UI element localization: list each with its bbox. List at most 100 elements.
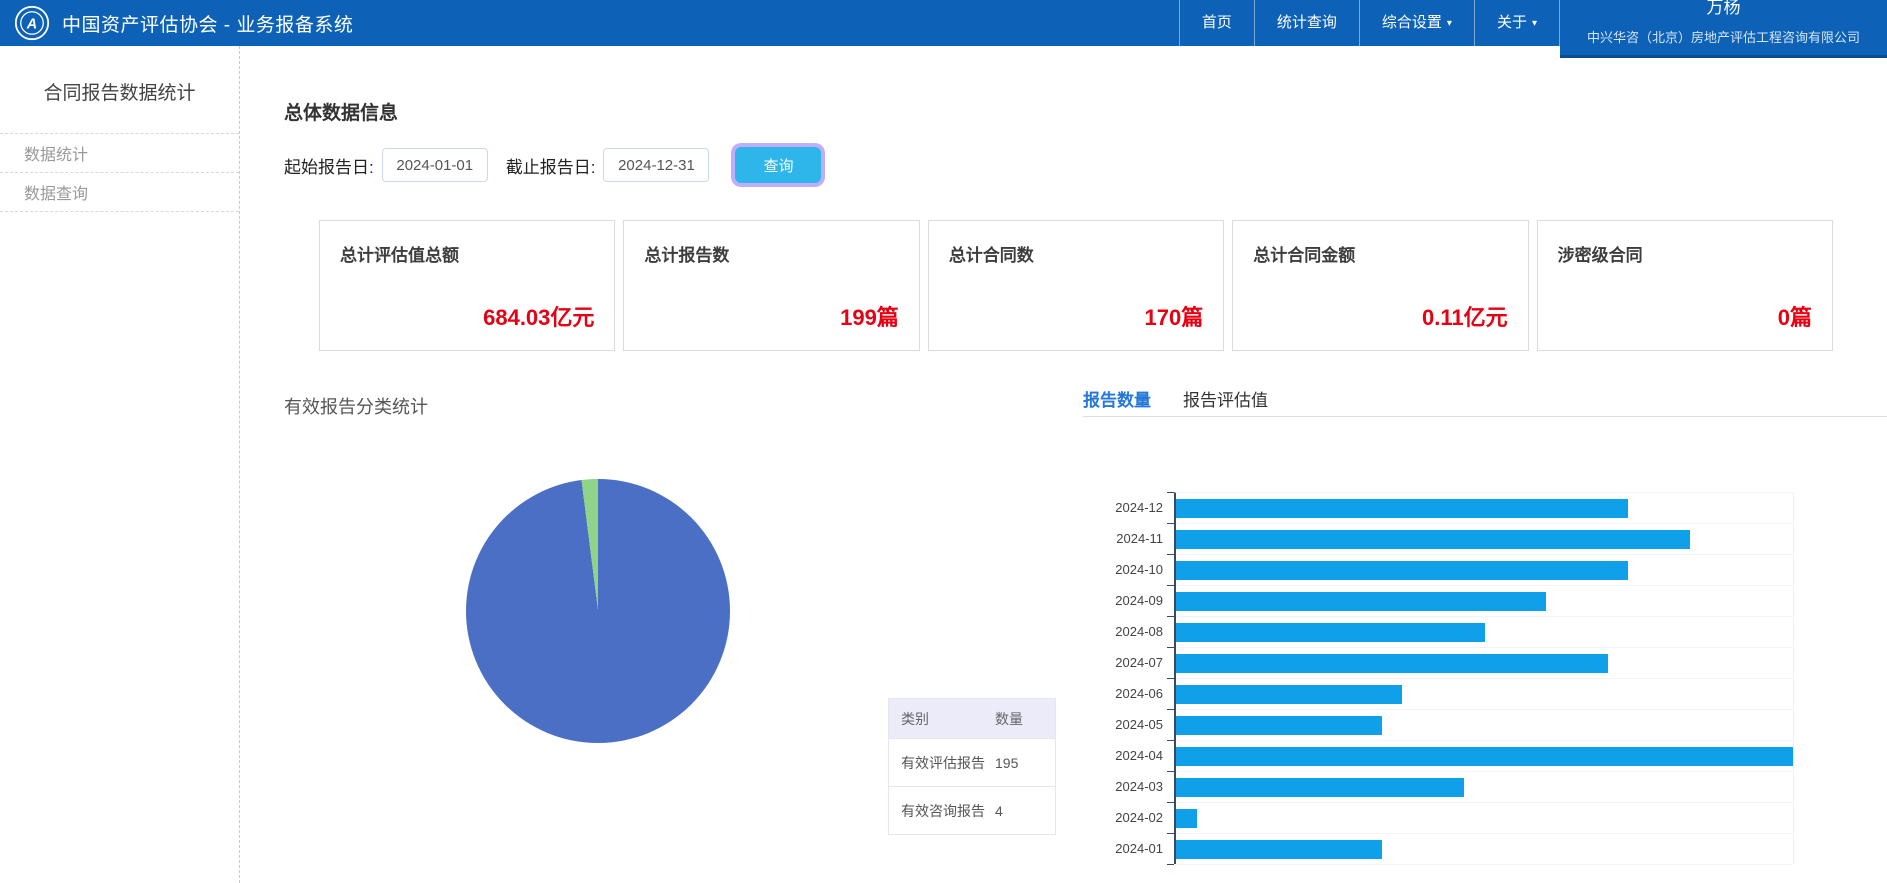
stat-label: 总计合同数 — [949, 241, 1034, 266]
bar-row — [1176, 493, 1793, 524]
column-header-category: 类别 — [901, 709, 995, 729]
user-name: 万杨 — [1560, 0, 1887, 18]
sidebar-item-data-query[interactable]: 数据查询 — [0, 173, 239, 212]
table-row: 有效咨询报告 4 — [889, 786, 1055, 834]
tab-report-count[interactable]: 报告数量 — [1083, 386, 1151, 411]
bar — [1176, 530, 1690, 549]
bar — [1176, 716, 1382, 735]
bar-category-label: 2024-10 — [1083, 554, 1163, 585]
axis-tick — [1167, 523, 1174, 524]
brand: A 中国资产评估协会 - 业务报备系统 — [14, 0, 353, 46]
nav-item-home[interactable]: 首页 — [1179, 0, 1254, 46]
bar-category-label: 2024-08 — [1083, 616, 1163, 647]
bar-category-label: 2024-02 — [1083, 802, 1163, 833]
chart-tabs: 报告数量 报告评估值 — [1083, 386, 1268, 411]
category-name: 有效咨询报告 — [901, 801, 995, 821]
nav-item-statistics-query[interactable]: 统计查询 — [1254, 0, 1359, 46]
bar-row — [1176, 772, 1793, 803]
bar — [1176, 747, 1793, 766]
nav-item-settings[interactable]: 综合设置▾ — [1359, 0, 1474, 46]
stat-card-total-appraisal-value: 总计评估值总额 684.03亿元 — [319, 220, 615, 351]
bar-row — [1176, 710, 1793, 741]
sidebar-item-data-statistics[interactable]: 数据统计 — [0, 133, 239, 173]
axis-tick — [1167, 616, 1174, 617]
filter-bar: 起始报告日: 截止报告日: 查询 — [284, 147, 821, 183]
bar — [1176, 654, 1608, 673]
column-header-count: 数量 — [995, 709, 1043, 729]
bar-row — [1176, 803, 1793, 834]
app-title: 中国资产评估协会 - 业务报备系统 — [62, 10, 353, 37]
bar — [1176, 623, 1485, 642]
axis-tick — [1167, 554, 1174, 555]
page-title: 总体数据信息 — [284, 98, 398, 125]
category-name: 有效评估报告 — [901, 753, 995, 773]
chevron-down-icon: ▾ — [1447, 18, 1452, 29]
bar-row — [1176, 524, 1793, 555]
bar-category-label: 2024-04 — [1083, 740, 1163, 771]
bar-category-label: 2024-05 — [1083, 709, 1163, 740]
bar — [1176, 685, 1402, 704]
bar-row — [1176, 617, 1793, 648]
bar-category-label: 2024-06 — [1083, 678, 1163, 709]
pie-section-title: 有效报告分类统计 — [284, 393, 428, 419]
bar-category-label: 2024-03 — [1083, 771, 1163, 802]
bar — [1176, 809, 1197, 828]
tabs-divider — [1083, 416, 1887, 417]
stat-card-classified-contracts: 涉密级合同 0篇 — [1537, 220, 1833, 351]
end-date-label: 截止报告日: — [506, 153, 596, 178]
stat-label: 总计评估值总额 — [340, 241, 459, 266]
stat-value: 199篇 — [840, 300, 899, 332]
axis-tick — [1167, 833, 1174, 834]
svg-text:A: A — [26, 16, 37, 32]
stat-value: 170篇 — [1145, 300, 1204, 332]
cas-logo-icon: A — [14, 5, 50, 41]
bar — [1176, 499, 1628, 518]
category-count: 4 — [995, 803, 1043, 819]
start-date-input[interactable] — [382, 148, 488, 182]
bar — [1176, 592, 1546, 611]
user-block[interactable]: 万杨 中兴华咨（北京）房地产评估工程咨询有限公司 — [1560, 0, 1887, 58]
axis-tick — [1167, 740, 1174, 741]
nav-item-label: 统计查询 — [1277, 14, 1337, 31]
bar-chart: 2024-122024-112024-102024-092024-082024-… — [1083, 426, 1887, 883]
bar-category-label: 2024-12 — [1083, 492, 1163, 523]
bar-category-label: 2024-11 — [1083, 523, 1163, 554]
stat-label: 涉密级合同 — [1558, 241, 1643, 266]
table-row: 有效评估报告 195 — [889, 738, 1055, 786]
category-table-header: 类别 数量 — [889, 698, 1055, 738]
stat-card-total-contract-amount: 总计合同金额 0.11亿元 — [1232, 220, 1528, 351]
axis-tick — [1167, 585, 1174, 586]
bar-row — [1176, 648, 1793, 679]
pie-chart — [466, 479, 730, 743]
sidebar-menu: 数据统计 数据查询 — [0, 133, 239, 212]
chevron-down-icon: ▾ — [1532, 18, 1537, 29]
stat-cards-row: 总计评估值总额 684.03亿元 总计报告数 199篇 总计合同数 170篇 总… — [319, 220, 1833, 351]
axis-tick — [1167, 802, 1174, 803]
end-date-input[interactable] — [603, 148, 709, 182]
axis-tick — [1167, 678, 1174, 679]
axis-tick — [1167, 647, 1174, 648]
nav-menu: 首页 统计查询 综合设置▾ 关于 ▾ — [1179, 0, 1560, 46]
stat-label: 总计报告数 — [644, 241, 729, 266]
category-table: 类别 数量 有效评估报告 195 有效咨询报告 4 — [888, 698, 1056, 835]
stat-card-total-contracts: 总计合同数 170篇 — [928, 220, 1224, 351]
nav-item-about[interactable]: 关于 ▾ — [1474, 0, 1560, 46]
bar-row — [1176, 741, 1793, 772]
nav-item-label: 首页 — [1202, 14, 1232, 31]
axis-tick — [1167, 709, 1174, 710]
query-button[interactable]: 查询 — [735, 147, 821, 183]
bar-category-label: 2024-07 — [1083, 647, 1163, 678]
bar-chart-ticks — [1167, 492, 1174, 865]
axis-tick — [1167, 864, 1174, 865]
sidebar-title: 合同报告数据统计 — [0, 78, 239, 105]
tab-report-appraisal-value[interactable]: 报告评估值 — [1183, 386, 1268, 411]
nav-item-label: 关于 — [1497, 14, 1527, 31]
stat-value: 0篇 — [1778, 300, 1812, 332]
category-count: 195 — [995, 755, 1043, 771]
axis-tick — [1167, 492, 1174, 493]
bar-category-label: 2024-09 — [1083, 585, 1163, 616]
stat-label: 总计合同金额 — [1253, 241, 1355, 266]
bar-chart-labels: 2024-122024-112024-102024-092024-082024-… — [1083, 492, 1163, 864]
stat-card-total-reports: 总计报告数 199篇 — [623, 220, 919, 351]
bar-row — [1176, 834, 1793, 865]
